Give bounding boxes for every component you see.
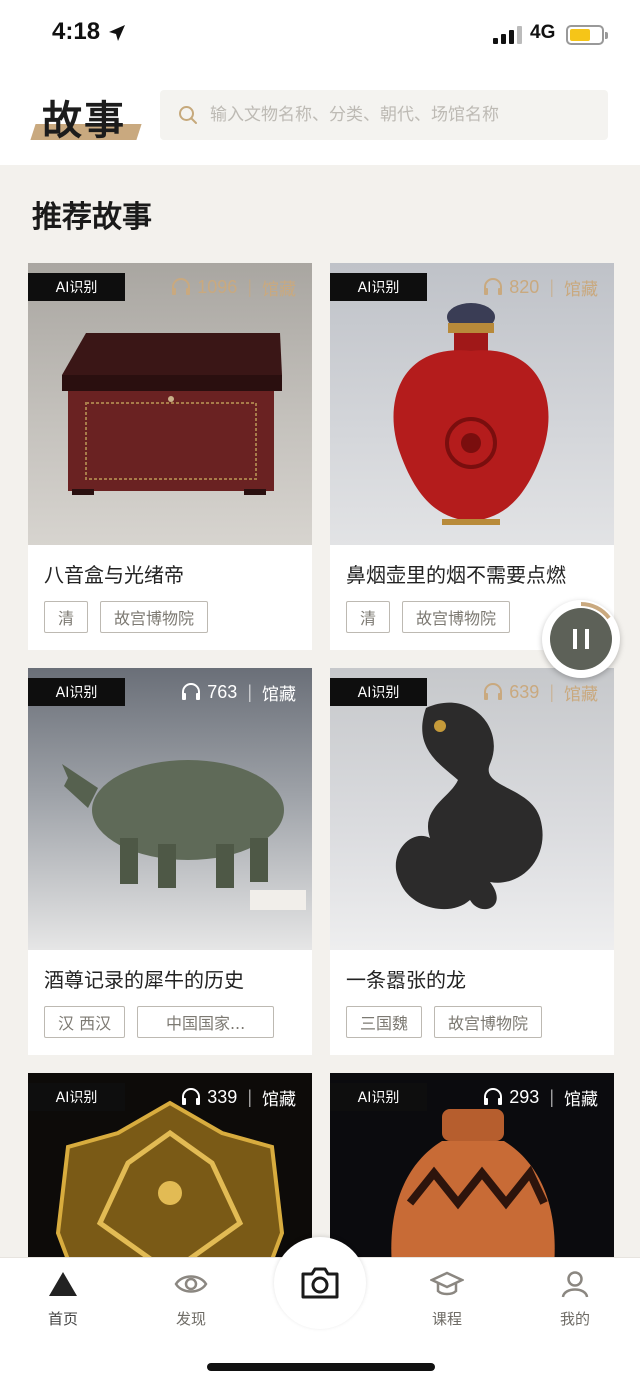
- story-card[interactable]: AI识别 763 | 馆藏 酒尊记录的犀牛的历史 汉 西汉 中国国家...: [28, 668, 312, 1055]
- nav-label: 我的: [559, 1310, 590, 1328]
- camera-icon: [301, 1267, 339, 1299]
- ai-recognition-badge: AI识别: [330, 273, 427, 301]
- collection-label: 馆藏: [262, 1089, 296, 1110]
- story-title: 鼻烟壶里的烟不需要点燃: [346, 563, 566, 587]
- dragon-figure-illustration: [395, 702, 543, 910]
- camera-button[interactable]: [274, 1237, 366, 1329]
- dynasty-tag[interactable]: 清: [44, 601, 89, 633]
- museum-tag[interactable]: 中国国家...: [137, 1006, 275, 1038]
- nav-me[interactable]: 我的: [530, 1270, 620, 1329]
- story-card[interactable]: AI识别 339 | 馆藏: [28, 1073, 312, 1257]
- artifact-image: AI识别 1096 | 馆藏: [28, 263, 312, 545]
- play-count: 1096: [197, 276, 238, 297]
- stats-divider: |: [549, 681, 554, 702]
- nav-label: 课程: [431, 1310, 462, 1328]
- nav-courses[interactable]: 课程: [402, 1270, 492, 1329]
- ai-recognition-badge: AI识别: [28, 678, 125, 706]
- graduation-cap-icon: [429, 1271, 465, 1296]
- artifact-image: AI识别 820 | 馆藏: [330, 263, 614, 545]
- collection-label: 馆藏: [564, 279, 598, 300]
- story-title: 酒尊记录的犀牛的历史: [44, 968, 244, 992]
- pause-icon: [550, 602, 612, 670]
- card-stats: 1096 | 馆藏: [171, 273, 296, 301]
- collection-label: 馆藏: [262, 684, 296, 705]
- card-stats: 339 | 馆藏: [181, 1083, 296, 1111]
- card-stats: 820 | 馆藏: [483, 273, 598, 301]
- music-box-illustration: [62, 333, 282, 495]
- ai-recognition-badge: AI识别: [28, 273, 125, 301]
- rhino-vessel-illustration: [62, 760, 306, 910]
- headphones-icon: [484, 278, 503, 295]
- battery-icon: [566, 25, 608, 45]
- stats-divider: |: [549, 1086, 554, 1107]
- play-count: 763: [207, 681, 238, 702]
- story-card[interactable]: AI识别 1096 | 馆藏 八音盒与光绪帝 清 故宫博物院: [28, 263, 312, 650]
- stats-divider: |: [247, 681, 252, 702]
- location-arrow-icon: [109, 25, 125, 41]
- search-icon: [179, 106, 197, 124]
- artifact-image: AI识别 639 | 馆藏: [330, 668, 614, 950]
- story-title: 八音盒与光绪帝: [44, 563, 184, 587]
- eye-icon: [174, 1275, 208, 1293]
- play-count: 293: [509, 1086, 540, 1107]
- dynasty-tag[interactable]: 三国魏: [346, 1006, 423, 1038]
- headphones-icon: [484, 1088, 503, 1105]
- artifact-image: AI识别 339 | 馆藏: [28, 1073, 312, 1257]
- headphones-icon: [182, 1088, 201, 1105]
- nav-discover[interactable]: 发现: [146, 1270, 236, 1329]
- card-stats: 293 | 馆藏: [483, 1083, 598, 1111]
- signal-icon: [493, 26, 522, 44]
- card-stats: 639 | 馆藏: [483, 678, 598, 706]
- story-card[interactable]: AI识别 639 | 馆藏 一条嚣张的龙 三国魏 故宫博物院: [330, 668, 614, 1055]
- artifact-image: AI识别 293 | 馆藏: [330, 1073, 614, 1257]
- stats-divider: |: [549, 276, 554, 297]
- search-bar[interactable]: [160, 90, 608, 140]
- stats-divider: |: [247, 1086, 252, 1107]
- museum-tag[interactable]: 故宫博物院: [100, 601, 209, 633]
- story-card[interactable]: AI识别 293 | 馆藏: [330, 1073, 614, 1257]
- nav-label: 首页: [47, 1310, 78, 1328]
- tag-list: 清 故宫博物院: [346, 601, 511, 633]
- story-title: 一条嚣张的龙: [346, 968, 466, 992]
- tag-list: 清 故宫博物院: [44, 601, 209, 633]
- page-title-text: 故事: [42, 98, 126, 144]
- museum-tag[interactable]: 故宫博物院: [402, 601, 511, 633]
- user-icon: [561, 1271, 589, 1298]
- play-count: 639: [509, 681, 540, 702]
- card-stats: 763 | 馆藏: [181, 678, 296, 706]
- tag-list: 汉 西汉 中国国家...: [44, 1006, 275, 1038]
- museum-tag[interactable]: 故宫博物院: [434, 1006, 543, 1038]
- headphones-icon: [484, 683, 503, 700]
- network-type: 4G: [530, 22, 556, 43]
- play-count: 339: [207, 1086, 238, 1107]
- headphones-icon: [182, 683, 201, 700]
- home-indicator: [207, 1363, 435, 1371]
- search-input[interactable]: [210, 105, 590, 125]
- headphones-icon: [172, 278, 191, 295]
- story-card[interactable]: AI识别 820 | 馆藏 鼻烟壶里的烟不需要点燃 清 故宫博物院: [330, 263, 614, 650]
- audio-pause-button[interactable]: [542, 600, 620, 678]
- snuff-bottle-illustration: [393, 303, 549, 525]
- collection-label: 馆藏: [564, 1089, 598, 1110]
- dynasty-tag[interactable]: 汉 西汉: [44, 1006, 126, 1038]
- section-title: 推荐故事: [32, 200, 152, 235]
- home-icon: [49, 1272, 77, 1296]
- collection-label: 馆藏: [262, 279, 296, 300]
- collection-label: 馆藏: [564, 684, 598, 705]
- ai-recognition-badge: AI识别: [330, 678, 427, 706]
- artifact-image: AI识别 763 | 馆藏: [28, 668, 312, 950]
- ai-recognition-badge: AI识别: [28, 1083, 125, 1111]
- header: 故事: [0, 68, 640, 165]
- stats-divider: |: [247, 276, 252, 297]
- page-title: 故事: [30, 88, 143, 144]
- play-count: 820: [509, 276, 540, 297]
- dynasty-tag[interactable]: 清: [346, 601, 391, 633]
- status-time: 4:18: [52, 18, 101, 45]
- nav-home[interactable]: 首页: [18, 1270, 108, 1329]
- tag-list: 三国魏 故宫博物院: [346, 1006, 543, 1038]
- nav-label: 发现: [175, 1310, 206, 1328]
- ai-recognition-badge: AI识别: [330, 1083, 427, 1111]
- status-bar: 4:18 4G: [0, 0, 640, 68]
